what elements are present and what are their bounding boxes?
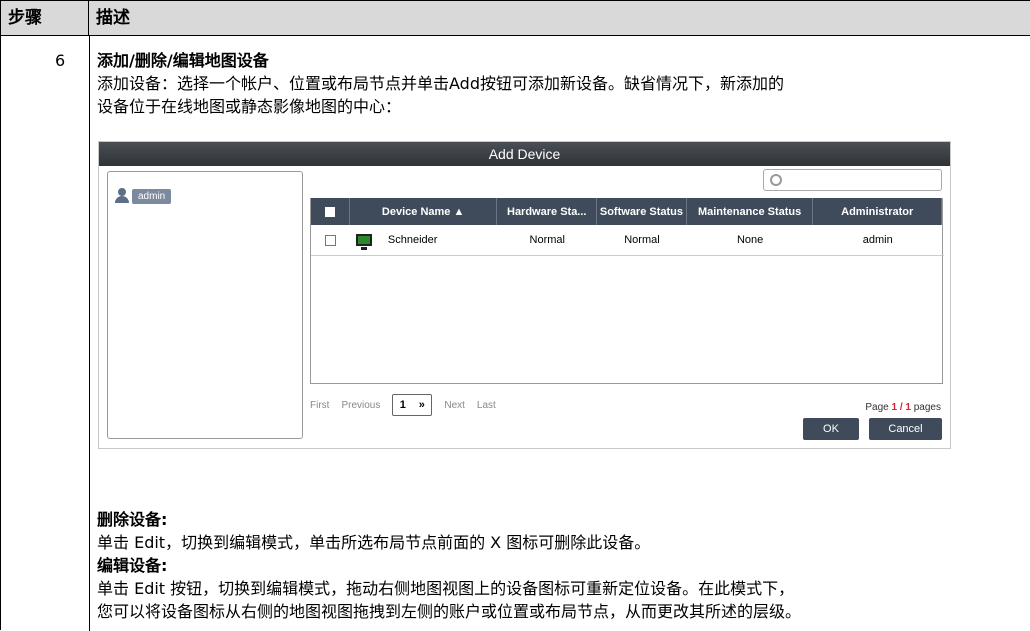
monitor-icon — [355, 234, 372, 250]
edit-text-line2: 您可以将设备图标从右侧的地图视图拖拽到左侧的账户或位置或布局节点，从而更改其所述… — [97, 602, 802, 621]
software-status-cell: Normal — [624, 234, 660, 246]
add-description-line2: 设备位于在线地图或静态影像地图的中心： — [97, 97, 402, 116]
column-administrator[interactable]: Administrator — [813, 198, 942, 225]
step-table: 步骤 描述 6 添加/删除/编辑地图设备 添加设备：选择一个帐户、位置或布局节点… — [0, 0, 1030, 631]
add-description-line1: 添加设备：选择一个帐户、位置或布局节点并单击Add按钮可添加新设备。缺省情况下，… — [97, 74, 784, 93]
hardware-status-cell: Normal — [529, 234, 565, 246]
page-label: Page — [865, 402, 889, 413]
column-software-status[interactable]: Software Status — [597, 198, 687, 225]
table-row[interactable]: Schneider Normal Normal None admin — [311, 225, 942, 255]
maintenance-status-cell: None — [736, 234, 764, 246]
next-page-link[interactable]: Next — [444, 400, 465, 411]
page-suffix: pages — [913, 402, 941, 413]
step-content: 添加/删除/编辑地图设备 添加设备：选择一个帐户、位置或布局节点并单击Add按钮… — [97, 49, 1025, 118]
pagination: First Previous 1 » Next Last — [310, 394, 508, 416]
page-select-value: 1 — [399, 399, 406, 411]
grid-header: Device Name ▲ Hardware Sta... Software S… — [311, 198, 942, 225]
header-step: 步骤 — [1, 1, 89, 36]
dialog-title: Add Device — [99, 142, 950, 166]
tree-item-label: admin — [132, 188, 172, 204]
edit-delete-section: 删除设备: 单击 Edit，切换到编辑模式，单击所选布局节点前面的 X 图标可删… — [97, 508, 1025, 623]
page-select[interactable]: 1 » — [392, 394, 433, 416]
row-checkbox[interactable] — [311, 225, 350, 255]
search-icon — [770, 174, 782, 186]
row-divider — [311, 255, 944, 256]
previous-page-link[interactable]: Previous — [341, 400, 380, 411]
page-current-total: 1 / 1 — [891, 402, 911, 413]
column-divider — [89, 36, 90, 631]
last-page-link[interactable]: Last — [477, 400, 496, 411]
device-name: Schneider — [387, 234, 438, 246]
user-icon — [114, 188, 130, 204]
page-info: Page 1 / 1 pages — [865, 402, 941, 413]
tree-item-admin[interactable]: admin — [114, 188, 172, 204]
administrator-cell: admin — [862, 234, 893, 246]
select-all-checkbox[interactable] — [311, 198, 350, 225]
ok-button[interactable]: OK — [803, 418, 859, 440]
edit-text-line1: 单击 Edit 按钮，切换到编辑模式，拖动右侧地图视图上的设备图标可重新定位设备… — [97, 579, 795, 598]
device-grid: Device Name ▲ Hardware Sta... Software S… — [310, 198, 944, 384]
delete-text: 单击 Edit，切换到编辑模式，单击所选布局节点前面的 X 图标可删除此设备。 — [97, 533, 651, 552]
delete-heading: 删除设备: — [97, 510, 168, 529]
double-chevron-down-icon: » — [418, 399, 425, 411]
header-description: 描述 — [89, 1, 1030, 36]
search-input[interactable] — [763, 169, 942, 191]
first-page-link[interactable]: First — [310, 400, 329, 411]
column-device-name[interactable]: Device Name ▲ — [350, 198, 498, 225]
column-hardware-status[interactable]: Hardware Sta... — [497, 198, 598, 225]
add-device-dialog: Add Device admin Device Name ▲ Hardware … — [98, 141, 951, 449]
cancel-button[interactable]: Cancel — [869, 418, 942, 440]
step-number: 6 — [55, 51, 66, 70]
account-tree: admin — [107, 171, 303, 439]
column-maintenance-status[interactable]: Maintenance Status — [687, 198, 814, 225]
edit-heading: 编辑设备: — [97, 556, 168, 575]
device-name-cell: Schneider — [350, 225, 498, 255]
section-heading: 添加/删除/编辑地图设备 — [97, 51, 269, 70]
